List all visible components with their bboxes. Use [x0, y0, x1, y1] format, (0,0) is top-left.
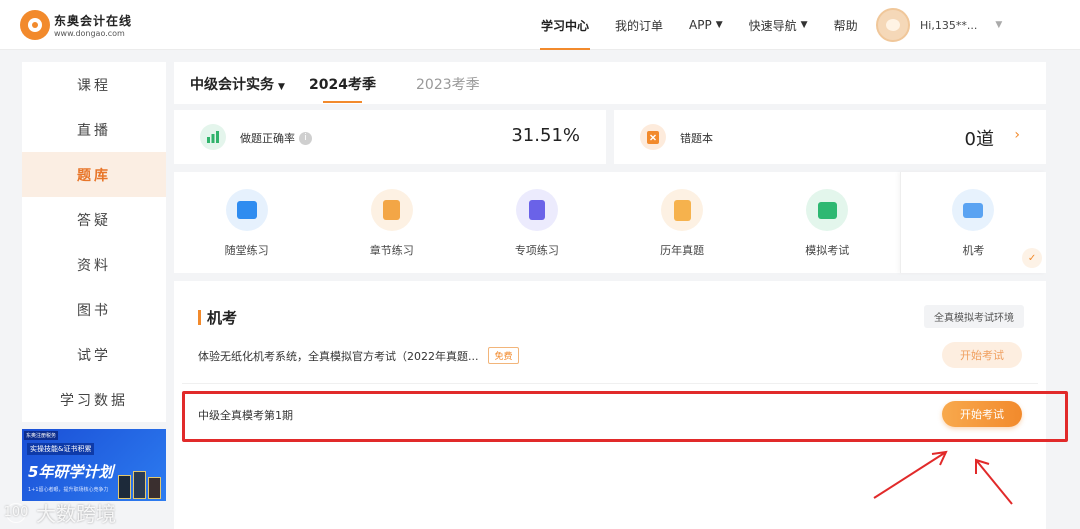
- practice-chapter[interactable]: 章节练习: [319, 172, 464, 273]
- sidebar-item-qa[interactable]: 答疑: [22, 197, 166, 242]
- banner-subtitle: 实操技能&证书积累: [27, 443, 95, 455]
- nav-quick-nav[interactable]: 快速导航 ▼: [736, 0, 821, 50]
- tab-season-2024[interactable]: 2024考季: [309, 74, 376, 103]
- watermark-badge: 100: [4, 502, 28, 523]
- nav-my-orders[interactable]: 我的订单: [602, 0, 676, 50]
- practice-in-class[interactable]: 随堂练习: [174, 172, 319, 273]
- nav-app[interactable]: APP ▼: [676, 0, 736, 50]
- top-header: 东奥会计在线 www.dongao.com 学习中心 我的订单 APP ▼ 快速导…: [0, 0, 1080, 50]
- wrong-book-label: 错题本: [680, 132, 713, 145]
- checkmark-icon: ✓: [1022, 248, 1043, 268]
- practice-mock-exam[interactable]: 模拟考试: [755, 172, 900, 273]
- caret-down-icon[interactable]: ▼: [995, 20, 1002, 30]
- free-badge: 免费: [488, 347, 519, 364]
- info-icon[interactable]: i: [299, 131, 312, 145]
- practice-card-icon: [225, 189, 268, 231]
- nav-study-center[interactable]: 学习中心: [528, 0, 602, 50]
- wrong-questions-card[interactable]: 错题本 0道 ›: [614, 110, 1046, 164]
- sidebar-item-trial[interactable]: 试学: [22, 332, 166, 377]
- practice-types: 随堂练习 章节练习 专项练习 历年真题 模拟考试 机考 ✓: [174, 172, 1046, 273]
- subject-selector[interactable]: 中级会计实务 ▼: [190, 74, 285, 94]
- computer-exam-icon: [952, 189, 995, 231]
- site-logo[interactable]: 东奥会计在线 www.dongao.com: [20, 10, 132, 40]
- wrong-count: 0道: [964, 129, 994, 150]
- sidebar-item-live[interactable]: 直播: [22, 107, 166, 152]
- computer-exam-panel: 机考 全真模拟考试环境 体验无纸化机考系统，全真模拟官方考试（2022年真题..…: [174, 281, 1046, 529]
- accuracy-card: 做题正确率 i 31.51%: [174, 110, 606, 164]
- user-name: Hi,135**...: [920, 18, 978, 32]
- chevron-right-icon[interactable]: ›: [1014, 127, 1020, 143]
- banner-tag: 东奥注册税务: [24, 431, 59, 440]
- sidebar-item-courses[interactable]: 课程: [22, 62, 166, 107]
- sidebar-item-question-bank[interactable]: 题库: [22, 152, 166, 197]
- caret-down-icon: ▼: [715, 20, 723, 30]
- chapter-book-icon: [370, 189, 413, 231]
- watermark-text: 大数跨境: [36, 502, 116, 526]
- env-tag: 全真模拟考试环境: [924, 305, 1024, 328]
- practice-past-papers[interactable]: 历年真题: [610, 172, 755, 273]
- tab-season-2023[interactable]: 2023考季: [416, 74, 480, 94]
- sidebar-item-study-data[interactable]: 学习数据: [22, 377, 166, 422]
- sidebar-item-materials[interactable]: 资料: [22, 242, 166, 287]
- wrong-book-icon: [640, 124, 666, 150]
- nav-help[interactable]: 帮助: [821, 0, 871, 50]
- watermark: 100 大数跨境: [4, 498, 116, 527]
- caret-down-icon: ▼: [278, 82, 285, 92]
- promo-banner[interactable]: 东奥注册税务 实操技能&证书积累 5年研学计划 1+1留心者眼，提升职场核心竞争…: [22, 429, 166, 501]
- practice-special[interactable]: 专项练习: [464, 172, 609, 273]
- sidebar: 课程 直播 题库 答疑 资料 图书 试学 学习数据: [22, 62, 166, 422]
- logo-mark-icon: [20, 10, 50, 40]
- user-menu[interactable]: Hi,135**... ▼: [876, 8, 1002, 42]
- exam-description: 体验无纸化机考系统，全真模拟官方考试（2022年真题...: [198, 349, 479, 363]
- start-exam-button-trial[interactable]: 开始考试: [942, 342, 1022, 368]
- accuracy-value: 31.51%: [511, 125, 580, 146]
- bar-chart-icon: [200, 124, 226, 150]
- logo-url: www.dongao.com: [54, 29, 125, 38]
- avatar[interactable]: [876, 8, 910, 42]
- banner-note: 1+1留心者眼，提升职场核心竞争力: [28, 487, 109, 493]
- main-nav: 学习中心 我的订单 APP ▼ 快速导航 ▼ 帮助: [528, 0, 871, 50]
- logo-name: 东奥会计在线: [54, 14, 133, 28]
- special-doc-icon: [515, 189, 558, 231]
- start-exam-button-mock-1[interactable]: 开始考试: [942, 401, 1022, 427]
- caret-down-icon: ▼: [800, 20, 808, 30]
- practice-computer-exam[interactable]: 机考 ✓: [899, 172, 1046, 273]
- mock-exam-icon: [806, 189, 849, 231]
- sidebar-item-books[interactable]: 图书: [22, 287, 166, 332]
- subject-season-bar: 中级会计实务 ▼ 2024考季 2023考季: [174, 62, 1046, 104]
- accuracy-label: 做题正确率: [240, 132, 295, 145]
- banner-headline: 5年研学计划: [28, 463, 114, 481]
- divider: [182, 383, 1038, 384]
- section-title: 机考: [198, 307, 237, 328]
- books-illustration-icon: [118, 469, 162, 499]
- past-paper-icon: [661, 189, 704, 231]
- exam-row-title: 中级全真模考第1期: [198, 409, 293, 422]
